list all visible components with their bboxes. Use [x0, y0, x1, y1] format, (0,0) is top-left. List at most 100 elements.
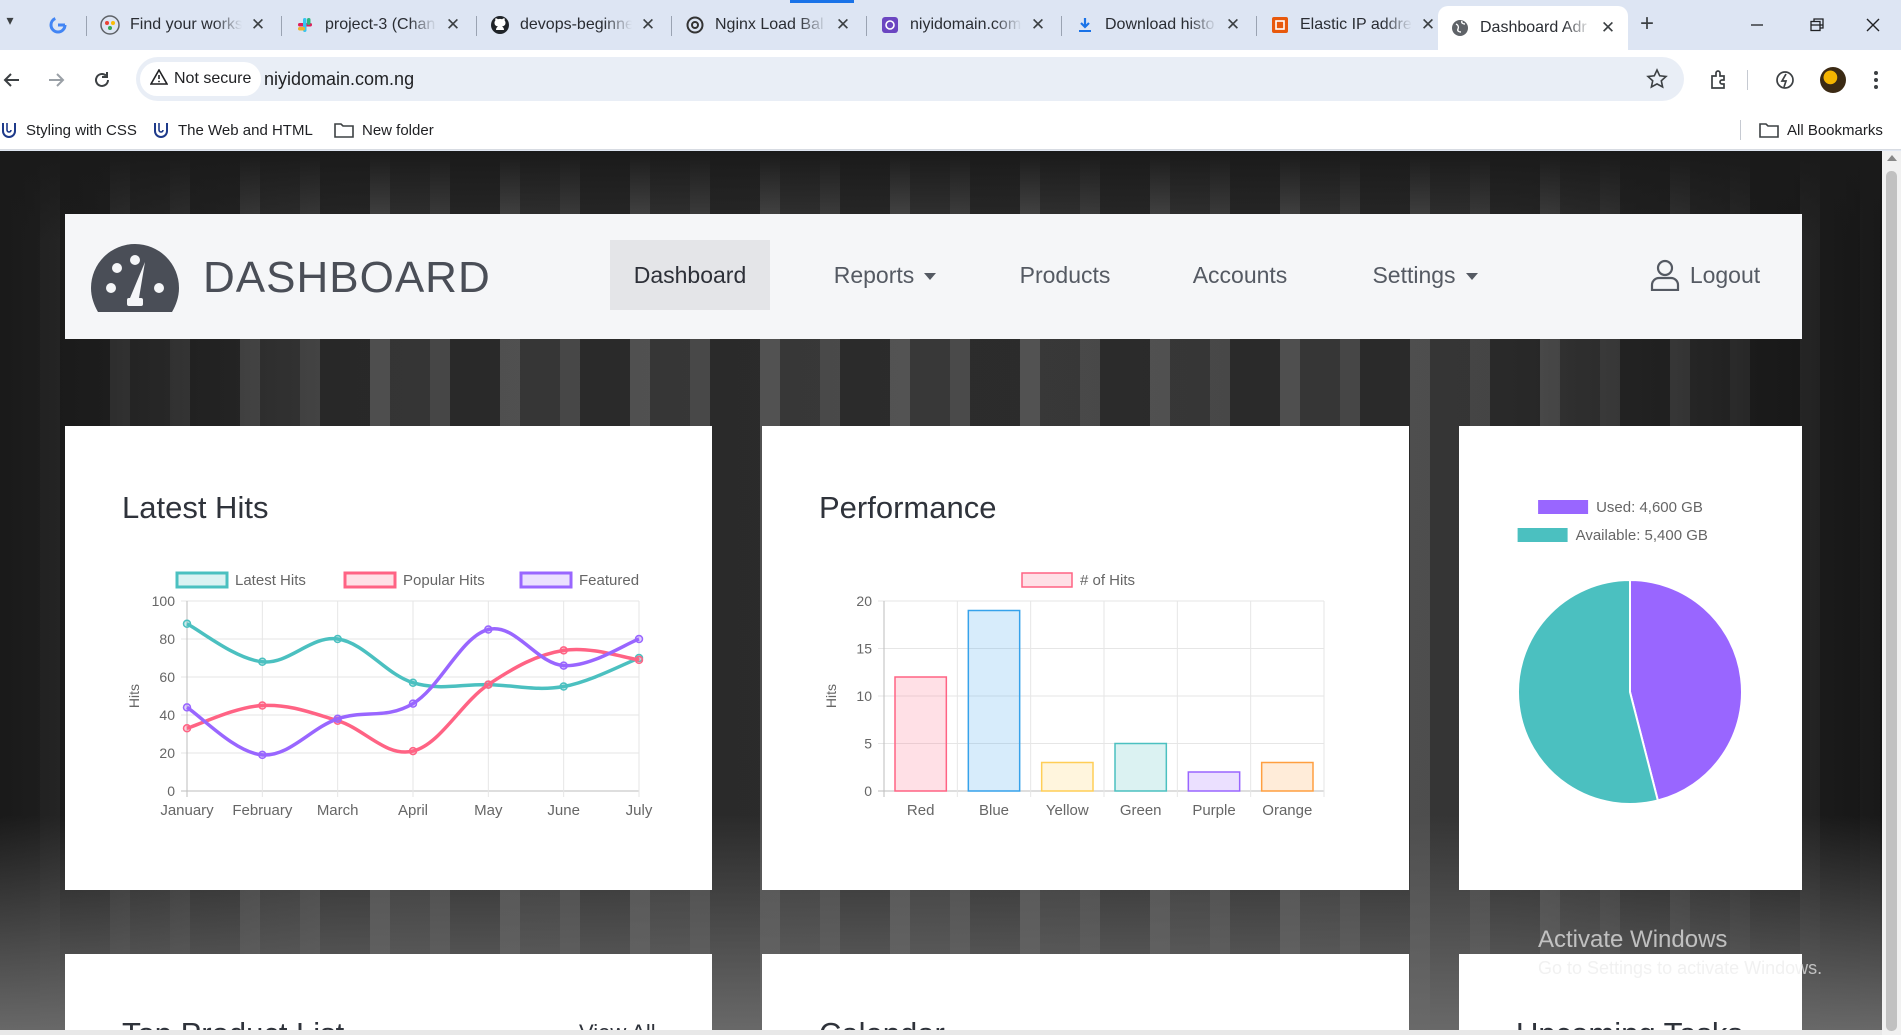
scroll-up-arrow-icon[interactable] — [1887, 155, 1897, 161]
slack-icon — [295, 15, 315, 35]
data-point — [333, 634, 342, 644]
bottom-edge — [0, 1030, 1882, 1035]
nav-reports[interactable]: Reports — [805, 240, 965, 310]
tab-close-icon[interactable]: ✕ — [445, 15, 461, 35]
workspace-icon — [100, 15, 120, 35]
minimize-button[interactable] — [1732, 8, 1782, 42]
y-axis-label: Hits — [823, 684, 839, 708]
profile-avatar[interactable] — [1820, 67, 1846, 93]
y-tick-label: 100 — [152, 593, 176, 609]
data-point — [258, 657, 267, 667]
tab-2[interactable]: devops-beginne ✕ — [478, 6, 668, 44]
all-bookmarks[interactable]: All Bookmarks — [1759, 110, 1883, 150]
address-bar[interactable]: Not secure niyidomain.com.ng — [136, 57, 1684, 101]
legend-label: Featured — [579, 572, 639, 589]
tab-close-icon[interactable]: ✕ — [835, 15, 851, 35]
nav-accounts[interactable]: Accounts — [1170, 240, 1310, 310]
tab-title: devops-beginne — [520, 16, 632, 33]
download-icon — [1075, 15, 1095, 35]
tab-close-icon[interactable]: ✕ — [1030, 15, 1046, 35]
restore-button[interactable] — [1792, 8, 1842, 42]
bookmark-folder[interactable]: New folder — [334, 110, 434, 150]
bookmark-0[interactable]: Styling with CSS — [0, 110, 137, 150]
folder-icon — [1759, 123, 1779, 138]
folder-icon — [334, 123, 354, 138]
new-tab-icon[interactable]: + — [1632, 10, 1662, 40]
data-point — [559, 646, 568, 655]
security-chip[interactable]: Not secure — [140, 62, 262, 96]
tab-strip: ▾ Find your works ✕ project-3 (Chan ✕ de… — [0, 0, 1901, 50]
latest-hits-chart: 0 20 40 60 80 100 January February March April May… — [126, 571, 653, 819]
tab-1[interactable]: project-3 (Chan ✕ — [283, 6, 473, 44]
udacity-icon — [154, 123, 168, 138]
x-tick-label: Red — [907, 802, 935, 819]
nav-settings[interactable]: Settings — [1345, 240, 1505, 310]
bookmark-label: Styling with CSS — [26, 121, 137, 139]
data-point — [559, 661, 568, 670]
tab-google[interactable] — [36, 6, 82, 44]
legend-swatch — [519, 571, 573, 589]
tab-4[interactable]: niyidomain.com ✕ — [868, 6, 1058, 44]
tab-close-icon[interactable]: ✕ — [1600, 18, 1616, 38]
openai-icon — [685, 15, 705, 35]
top-product-card: Top Product List View All — [65, 954, 712, 1035]
tab-0[interactable]: Find your works ✕ — [88, 6, 278, 44]
tab-close-icon[interactable]: ✕ — [250, 15, 266, 35]
reload-button[interactable] — [86, 64, 118, 96]
tab-5[interactable]: Download histo ✕ — [1063, 6, 1253, 44]
bookmarks-bar: Styling with CSS The Web and HTML New fo… — [0, 110, 1901, 150]
aws-icon — [1270, 15, 1290, 35]
back-button[interactable] — [0, 64, 28, 96]
caret-down-icon — [1465, 272, 1478, 280]
tab-search-chevron-icon[interactable]: ▾ — [0, 12, 20, 36]
tab-7-active[interactable]: Dashboard Adr ✕ — [1438, 6, 1628, 50]
data-point — [258, 701, 267, 710]
legend-swatch — [1517, 528, 1568, 542]
tab-6[interactable]: Elastic IP addre ✕ — [1258, 6, 1448, 44]
brand[interactable]: DASHBOARD — [89, 242, 491, 314]
legend-label: Available: 5,400 GB — [1576, 527, 1708, 544]
data-point — [182, 703, 192, 712]
bar — [1040, 761, 1094, 792]
url-text[interactable]: niyidomain.com.ng — [264, 57, 414, 101]
bar — [1260, 761, 1314, 792]
bookmark-1[interactable]: The Web and HTML — [152, 110, 313, 150]
caret-down-icon — [924, 272, 937, 280]
menu-kebab-icon[interactable] — [1863, 67, 1889, 93]
bookmark-star-icon[interactable] — [1646, 68, 1668, 90]
forward-button[interactable] — [40, 64, 72, 96]
tab-title: Nginx Load Bal — [715, 16, 824, 33]
tab-close-icon[interactable]: ✕ — [1420, 15, 1436, 35]
data-point — [559, 682, 568, 691]
y-tick-label: 60 — [159, 669, 175, 685]
close-window-button[interactable] — [1850, 8, 1896, 42]
scroll-thumb[interactable] — [1886, 171, 1897, 1031]
bar — [967, 609, 1021, 792]
y-tick-label: 10 — [856, 688, 872, 704]
y-tick-label: 0 — [167, 783, 175, 799]
data-point — [634, 634, 644, 644]
tab-3[interactable]: Nginx Load Bal ✕ — [673, 6, 863, 44]
logout-button[interactable]: Logout — [1635, 240, 1775, 310]
tab-title: niyidomain.com — [910, 16, 1022, 33]
page-scrollbar[interactable] — [1882, 151, 1901, 1035]
tab-separator — [86, 16, 87, 36]
tab-close-icon[interactable]: ✕ — [640, 15, 656, 35]
udacity-icon — [1, 123, 16, 138]
data-point — [182, 724, 192, 733]
performance-icon[interactable] — [1772, 67, 1798, 93]
nav-dashboard[interactable]: Dashboard — [610, 240, 770, 310]
x-tick-label: May — [474, 802, 503, 819]
extensions-icon[interactable] — [1706, 67, 1732, 93]
tab-separator — [281, 16, 282, 36]
y-tick-label: 0 — [864, 783, 872, 799]
data-point — [333, 714, 342, 724]
watermark-title: Activate Windows — [1538, 926, 1728, 953]
tab-close-icon[interactable]: ✕ — [1225, 15, 1241, 35]
tab-title: Download histo — [1105, 16, 1215, 33]
legend-swatch — [175, 571, 229, 589]
tab-title: project-3 (Chan — [325, 16, 436, 33]
activate-windows-watermark: Activate Windows Go to Settings to activ… — [1538, 926, 1822, 979]
data-point — [408, 746, 418, 756]
nav-products[interactable]: Products — [995, 240, 1135, 310]
